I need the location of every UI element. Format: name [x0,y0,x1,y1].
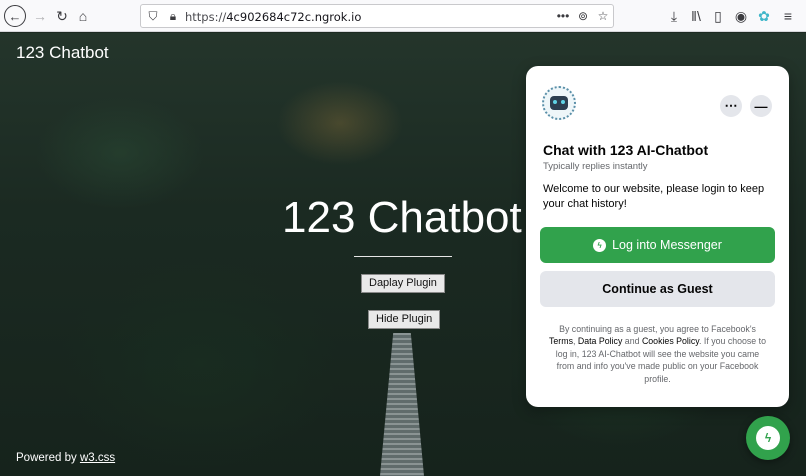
robot-icon [550,96,568,110]
terms-text: By continuing as a guest, you agree to F… [546,323,769,385]
more-options-icon[interactable]: ⋯ [720,95,742,117]
shield-icon[interactable]: ⛉ [145,8,161,24]
welcome-message: Welcome to our website, please login to … [543,183,765,210]
bookmark-star-icon[interactable]: ☆ [595,8,611,24]
url-text[interactable]: https://4c902684c72c.ngrok.io [185,10,361,24]
data-policy-link[interactable]: Data Policy [578,336,623,346]
chatbot-avatar [542,86,576,120]
powered-by-footer: Powered by w3.css [16,452,115,464]
hero-title: 123 Chatbot [282,193,522,242]
url-bar[interactable]: ⛉ 🔒︎ https://4c902684c72c.ngrok.io ••• ⊚… [140,4,614,28]
lock-icon[interactable]: 🔒︎ [165,8,181,24]
pocket-icon[interactable]: ⊚ [575,8,591,24]
download-icon[interactable]: ⤓ [664,6,684,26]
log-into-messenger-button[interactable]: ϟ Log into Messenger [540,227,775,263]
terms-part-1: By continuing as a guest, you agree to F… [559,324,756,334]
terms-part-3: and [622,336,642,347]
account-icon[interactable]: ◉ [731,6,751,26]
extension-icon[interactable]: ✿ [754,6,774,26]
messenger-icon: ϟ [756,426,780,450]
widget-title: Chat with 123 AI-Chatbot [543,142,709,158]
home-icon[interactable]: ⌂ [73,6,93,26]
reload-icon[interactable]: ↻ [52,6,72,26]
minimize-icon[interactable]: — [750,95,772,117]
terms-link[interactable]: Terms [549,336,573,346]
messenger-icon: ϟ [593,238,607,252]
back-icon[interactable]: ← [4,5,26,27]
continue-as-guest-button[interactable]: Continue as Guest [540,271,775,307]
messenger-chat-widget: ⋯ — Chat with 123 AI-Chatbot Typically r… [526,66,789,407]
messenger-fab-button[interactable]: ϟ [746,416,790,460]
display-plugin-button[interactable]: Daplay Plugin [361,274,445,293]
hide-plugin-button[interactable]: Hide Plugin [368,310,441,329]
hero-divider [354,256,452,257]
widget-subtitle: Typically replies instantly [543,161,648,172]
login-label: Log into Messenger [612,238,722,252]
site-title[interactable]: 123 Chatbot [16,43,109,63]
menu-icon[interactable]: ≡ [778,6,798,26]
library-icon[interactable]: ‖\ [686,6,706,26]
cookies-policy-link[interactable]: Cookies Policy [642,336,699,346]
powered-by-text: Powered by [16,452,80,464]
w3css-link[interactable]: w3.css [80,452,115,464]
url-host: 4c902684c72c.ngrok.io [226,10,362,24]
more-icon[interactable]: ••• [555,8,571,24]
sidebar-icon[interactable]: ▯ [708,6,728,26]
url-prefix: https:// [185,10,227,24]
forward-icon[interactable]: → [30,6,50,26]
bridge-image [380,333,424,476]
browser-toolbar: ← → ↻ ⌂ ⛉ 🔒︎ https://4c902684c72c.ngrok.… [0,0,806,32]
